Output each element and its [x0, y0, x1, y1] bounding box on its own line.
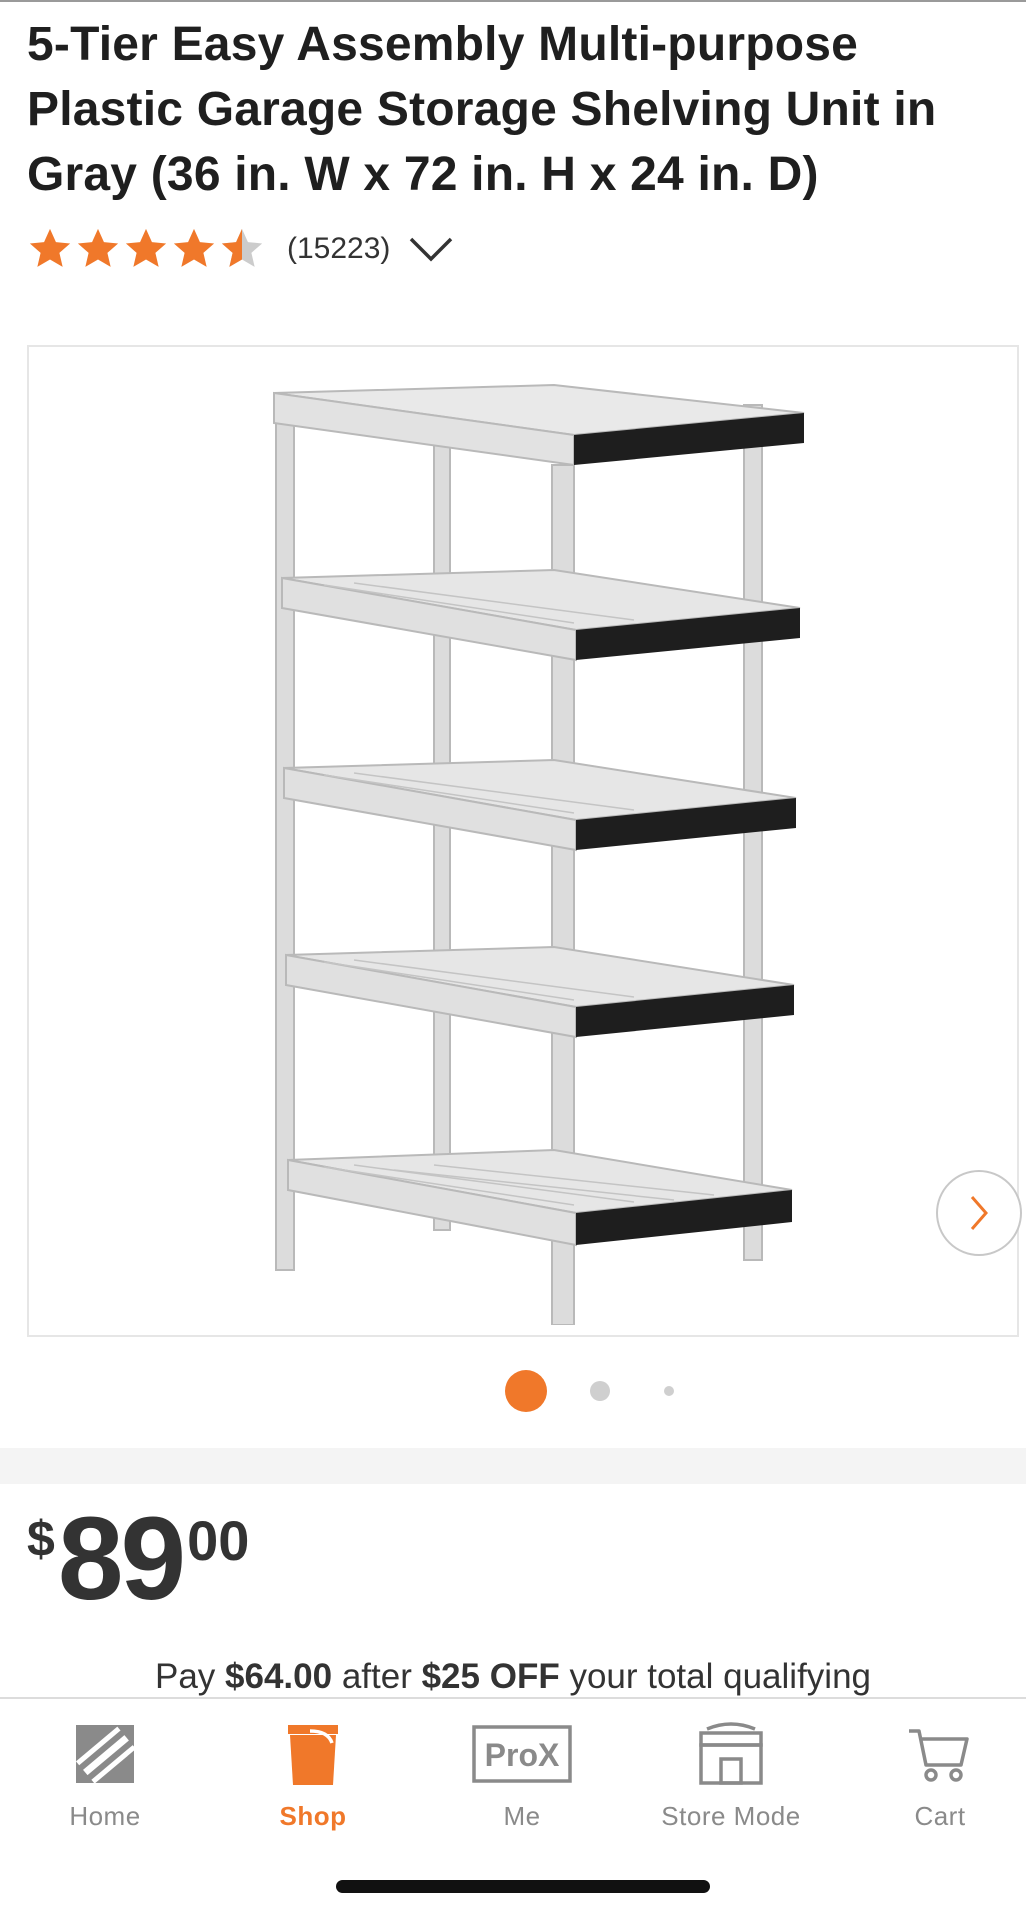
- tab-shop[interactable]: Shop: [213, 1719, 413, 1839]
- tab-home[interactable]: Home: [5, 1719, 205, 1839]
- tab-cart-label: Cart: [914, 1801, 966, 1831]
- promo-amount: $64.00: [225, 1657, 333, 1696]
- tab-store-mode-label: Store Mode: [661, 1801, 801, 1831]
- bucket-icon: [288, 1725, 338, 1785]
- home-indicator[interactable]: [336, 1880, 710, 1893]
- promo-message: Pay $64.00 after $25 OFF your total qual…: [0, 1657, 1026, 1697]
- star-icon: [29, 228, 71, 267]
- storefront-icon: [699, 1722, 763, 1785]
- pagination-dot-active[interactable]: [505, 1370, 547, 1412]
- tab-shop-label: Shop: [279, 1801, 347, 1831]
- svg-text:ProX: ProX: [485, 1737, 560, 1773]
- price-dollars: 89: [57, 1493, 186, 1625]
- rating-count[interactable]: (15223): [287, 232, 390, 266]
- price-cents: 00: [187, 1509, 250, 1572]
- next-image-button[interactable]: [936, 1170, 1022, 1256]
- cart-icon: [909, 1729, 969, 1782]
- tab-store-mode[interactable]: Store Mode: [631, 1719, 831, 1839]
- tab-home-label: Home: [69, 1801, 141, 1831]
- half-star-icon: [221, 228, 263, 267]
- pagination-dot[interactable]: [664, 1386, 674, 1396]
- chevron-right-icon: [970, 1196, 988, 1230]
- promo-suffix: your total qualifying: [569, 1657, 872, 1696]
- product-page: 5-Tier Easy Assembly Multi-purpose Plast…: [0, 0, 1026, 1920]
- product-image: [273, 383, 805, 1325]
- prox-badge-icon: ProX: [472, 1725, 572, 1783]
- gallery-pagination: [0, 1368, 1026, 1414]
- promo-prefix: Pay: [154, 1657, 216, 1696]
- promo-middle: after: [341, 1657, 412, 1696]
- product-price: $ 89 00: [27, 1500, 249, 1620]
- product-title: 5-Tier Easy Assembly Multi-purpose Plast…: [27, 18, 937, 201]
- promo-discount: $25 OFF: [421, 1657, 560, 1696]
- rating-stars: [27, 226, 265, 272]
- tab-me-label: Me: [503, 1801, 541, 1831]
- tab-cart[interactable]: Cart: [840, 1719, 1026, 1839]
- star-icon: [173, 228, 215, 267]
- tab-me[interactable]: ProX Me: [422, 1719, 622, 1839]
- pagination-dot[interactable]: [590, 1381, 610, 1401]
- top-divider: [0, 0, 1026, 2]
- star-icon: [77, 228, 119, 267]
- product-image-gallery[interactable]: [27, 345, 1022, 1337]
- price-currency: $: [27, 1511, 55, 1567]
- section-divider: [0, 1448, 1026, 1484]
- chevron-down-icon[interactable]: [408, 234, 454, 264]
- home-depot-logo-icon: [75, 1725, 136, 1784]
- star-icon: [125, 228, 167, 267]
- rating-summary[interactable]: (15223): [27, 224, 454, 274]
